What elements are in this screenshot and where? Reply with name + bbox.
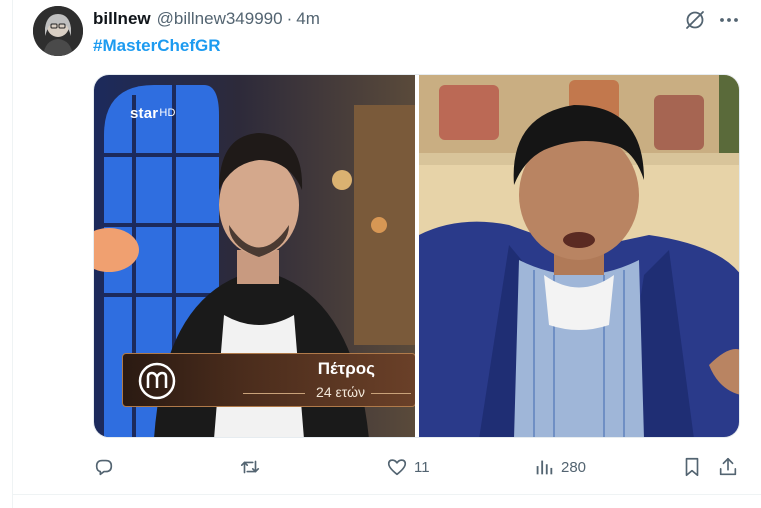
masterchef-logo-icon [138,362,176,400]
like-button[interactable]: 11 [386,454,430,480]
separator-dot: · [286,9,293,28]
views-count: 280 [561,458,587,476]
decor-line-right [371,393,411,394]
contestant-lower-third: Πέτρος 24 ετών [122,353,415,407]
share-button[interactable] [717,454,739,480]
share-icon [719,457,737,476]
hashtag-link[interactable]: #MasterChefGR [93,36,221,56]
views-button[interactable]: 280 [533,454,586,480]
more-options-icon[interactable] [717,8,741,32]
grok-icon[interactable] [683,8,707,32]
heart-icon [387,459,407,476]
contestant-age: 24 ετών [316,384,365,400]
reply-button[interactable] [93,454,115,480]
media-image-right[interactable] [419,75,739,437]
decor-line-left [243,393,305,394]
bookmark-icon [685,457,699,477]
avatar[interactable] [33,6,83,56]
reply-icon [95,459,113,476]
user-handle[interactable]: @billnew349990 [157,9,283,29]
contestant-name: Πέτρος [317,359,375,378]
views-icon [536,460,553,475]
retweet-button[interactable] [239,454,261,480]
tweet-divider [12,494,761,495]
display-name[interactable]: billnew [93,9,151,29]
channel-logo: starHD [130,105,176,122]
timeline-border [12,0,13,508]
tweet-header: billnew @billnew349990 · 4m [93,8,320,30]
tweet-actions: 11 280 [93,454,741,480]
like-count: 11 [414,458,430,476]
timestamp[interactable]: 4m [296,9,320,29]
tweet-media[interactable]: starHD Πέτρος 24 ετών [93,74,740,438]
retweet-icon [240,460,260,474]
media-image-left[interactable]: starHD Πέτρος 24 ετών [94,75,415,437]
bookmark-button[interactable] [681,454,703,480]
